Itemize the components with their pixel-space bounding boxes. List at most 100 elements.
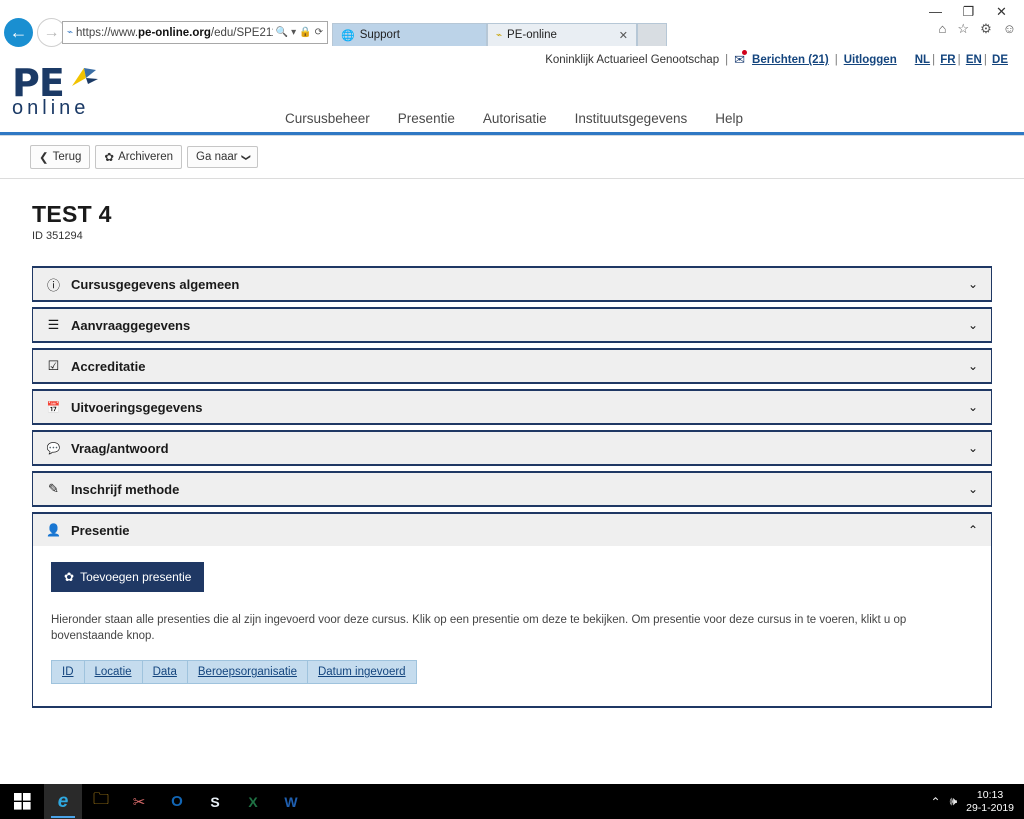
volume-icon[interactable]: 🕪: [950, 794, 958, 809]
nav-item-help[interactable]: Help: [715, 111, 743, 126]
taskbar-clock[interactable]: 10:13 29-1-2019: [966, 789, 1014, 815]
close-tab-icon[interactable]: ✕: [619, 29, 628, 42]
check-square-icon: ☑: [47, 358, 60, 373]
close-window-button[interactable]: ✕: [985, 2, 1018, 22]
column-header-data[interactable]: Data: [141, 660, 188, 685]
chevron-down-icon[interactable]: ⌄: [968, 318, 978, 332]
taskbar-outlook[interactable]: O: [158, 784, 196, 819]
restore-button[interactable]: ❐: [952, 2, 985, 22]
taskbar-skype[interactable]: S: [196, 784, 234, 819]
chevron-down-icon[interactable]: ⌄: [968, 482, 978, 496]
home-icon[interactable]: ⌂: [939, 22, 947, 35]
panel-cursusgegevens-algemeen: ⓘ Cursusgegevens algemeen ⌄: [32, 266, 992, 302]
column-header-beroepsorganisatie[interactable]: Beroepsorganisatie: [186, 660, 308, 685]
calendar-icon: 📅: [46, 401, 61, 414]
nav-item-instituutsgegevens[interactable]: Instituutsgegevens: [575, 111, 688, 126]
back-button-terug[interactable]: ❮ Terug: [30, 145, 91, 169]
archive-button[interactable]: ✿ Archiveren: [95, 145, 183, 169]
panel-header[interactable]: ✎ Inschrijf methode ⌄: [33, 473, 991, 505]
tray-chevron-up-icon[interactable]: ⌃: [931, 795, 941, 809]
panel-title: Cursusgegevens algemeen: [71, 276, 240, 292]
panel-header[interactable]: ☰ Aanvraaggegevens ⌄: [33, 309, 991, 341]
active-indicator: [51, 816, 75, 818]
chevron-down-icon[interactable]: ⌄: [968, 441, 978, 455]
taskbar-word[interactable]: W: [272, 784, 310, 819]
unread-badge-dot: [742, 50, 748, 55]
nav-item-cursusbeheer[interactable]: Cursusbeheer: [285, 111, 370, 126]
account-bar: Koninklijk Actuarieel Genootschap | ✉ Be…: [0, 46, 1024, 68]
panel-uitvoeringsgegevens: 📅 Uitvoeringsgegevens ⌄: [32, 389, 992, 425]
table-header-row: ID Locatie Data Beroepsorganisatie Datum…: [51, 660, 417, 685]
separator: |: [834, 54, 838, 66]
panel-title: Vraag/antwoord: [71, 440, 169, 456]
pe-online-logo[interactable]: PE online: [12, 64, 98, 119]
add-presentie-label: Toevoegen presentie: [80, 570, 192, 584]
page-favicon-icon: ⌁: [67, 27, 74, 38]
taskbar-file-explorer[interactable]: 🗀: [82, 784, 120, 819]
chevron-up-icon[interactable]: ⌃: [968, 523, 978, 537]
chevron-down-icon[interactable]: ⌄: [968, 400, 978, 414]
word-icon: W: [284, 793, 298, 810]
window-controls: — ❐ ✕: [919, 2, 1018, 22]
back-button-label: Terug: [52, 151, 82, 163]
new-tab-button[interactable]: [637, 23, 667, 46]
tab-label: Support: [359, 29, 400, 41]
smiley-feedback-icon[interactable]: ☺: [1003, 22, 1016, 35]
logo-spark-icon: [72, 68, 98, 86]
start-button[interactable]: [0, 793, 44, 810]
panel-title: Accreditatie: [71, 358, 146, 374]
panel-vraag-antwoord: 💬 Vraag/antwoord ⌄: [32, 430, 992, 466]
logo-online-text: online: [12, 97, 90, 119]
gear-icon: ✿: [64, 570, 75, 584]
panel-header[interactable]: 👤 Presentie ⌃: [33, 514, 991, 546]
taskbar-snipping-tool[interactable]: ✂: [120, 784, 158, 819]
course-accordion: ⓘ Cursusgegevens algemeen ⌄ ☰ Aanvraagge…: [32, 266, 992, 709]
column-header-datum-ingevoerd[interactable]: Datum ingevoerd: [306, 660, 417, 685]
refresh-icon[interactable]: ⟳: [315, 27, 323, 38]
logout-link[interactable]: Uitloggen: [844, 54, 897, 66]
column-header-id[interactable]: ID: [51, 660, 85, 685]
system-tray: ⌃ 🕪 10:13 29-1-2019: [931, 789, 1024, 815]
excel-icon: X: [248, 793, 258, 810]
tab-pe-online[interactable]: ⌁ PE-online ✕: [487, 23, 637, 46]
tools-gear-icon[interactable]: ⚙: [980, 22, 992, 35]
browser-command-bar: ⌂ ☆ ⚙ ☺: [939, 22, 1016, 35]
tab-favicon-icon: 🌐: [341, 29, 355, 42]
lang-fr[interactable]: FR: [940, 54, 955, 66]
address-bar[interactable]: ⌁ https://www.pe-online.org/edu/SPE211_E…: [62, 21, 328, 44]
page-title: TEST 4: [32, 201, 112, 227]
panel-header[interactable]: 💬 Vraag/antwoord ⌄: [33, 432, 991, 464]
column-header-locatie[interactable]: Locatie: [83, 660, 143, 685]
tab-favicon-icon: ⌁: [496, 29, 503, 41]
add-presentie-button[interactable]: ✿ Toevoegen presentie: [51, 562, 205, 592]
back-button[interactable]: ←: [4, 18, 33, 47]
internet-explorer-icon: e: [57, 790, 69, 812]
chevron-down-icon[interactable]: ⌄: [968, 277, 978, 291]
page-content: Koninklijk Actuarieel Genootschap | ✉ Be…: [0, 46, 1024, 709]
minimize-button[interactable]: —: [919, 2, 952, 22]
taskbar-internet-explorer[interactable]: e: [44, 784, 82, 819]
nav-item-autorisatie[interactable]: Autorisatie: [483, 111, 547, 126]
panel-header[interactable]: ☑ Accreditatie ⌄: [33, 350, 991, 382]
tab-support[interactable]: 🌐 Support: [332, 23, 487, 46]
course-id: ID 351294: [32, 230, 83, 242]
search-icon[interactable]: 🔍: [276, 27, 288, 38]
nav-item-presentie[interactable]: Presentie: [398, 111, 455, 126]
taskbar-excel[interactable]: X: [234, 784, 272, 819]
panel-title: Uitvoeringsgegevens: [71, 399, 203, 415]
lang-nl[interactable]: NL: [915, 54, 930, 66]
panel-header[interactable]: ⓘ Cursusgegevens algemeen ⌄: [33, 268, 991, 300]
comments-icon: 💬: [46, 442, 61, 455]
chevron-down-icon[interactable]: ▾: [291, 27, 296, 38]
lang-de[interactable]: DE: [992, 54, 1008, 66]
messages-envelope[interactable]: ✉: [734, 50, 748, 68]
goto-dropdown[interactable]: Ga naar ❯: [187, 146, 259, 168]
lang-en[interactable]: EN: [966, 54, 982, 66]
panel-header[interactable]: 📅 Uitvoeringsgegevens ⌄: [33, 391, 991, 423]
organisation-name: Koninklijk Actuarieel Genootschap: [545, 54, 720, 66]
messages-link[interactable]: Berichten (21): [752, 54, 829, 66]
favorites-star-icon[interactable]: ☆: [957, 22, 969, 35]
windows-taskbar: e 🗀 ✂ O S X W ⌃ 🕪 10:13 29-1-2019: [0, 784, 1024, 819]
chevron-down-icon[interactable]: ⌄: [968, 359, 978, 373]
panel-title: Aanvraaggegevens: [71, 317, 191, 333]
